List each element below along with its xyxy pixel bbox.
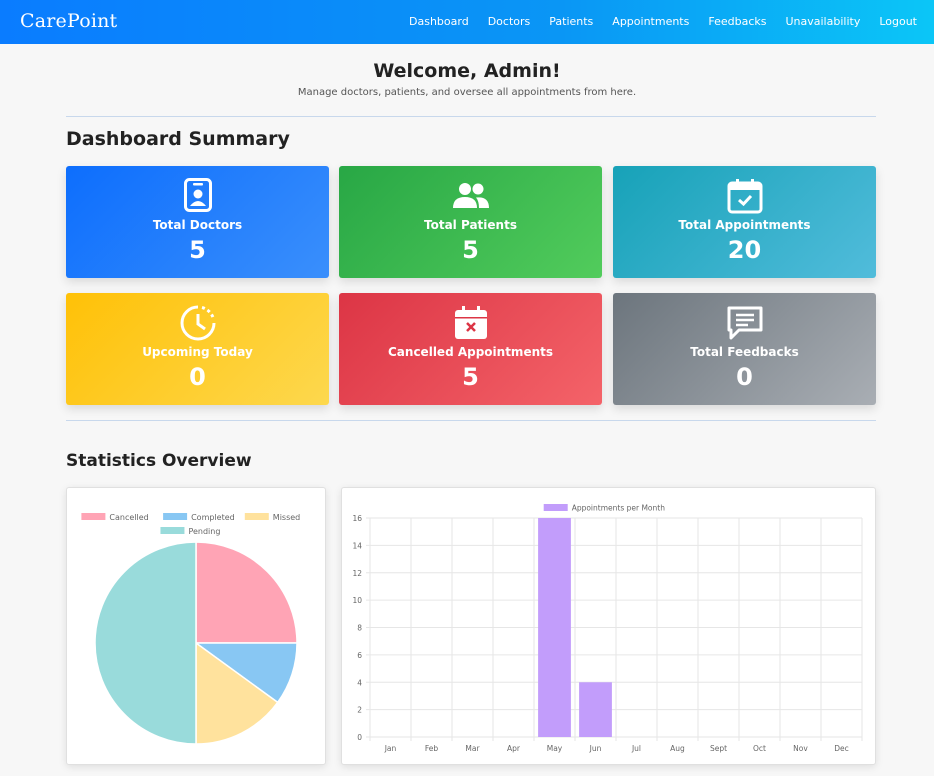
welcome-title: Welcome, Admin! — [373, 60, 561, 82]
x-tick-label: Mar — [465, 744, 480, 753]
nav-appointments[interactable]: Appointments — [612, 15, 689, 28]
legend-swatch — [163, 513, 188, 520]
x-tick-label: Dec — [834, 744, 849, 753]
x-tick-label: Feb — [425, 744, 439, 753]
x-tick-label: Nov — [793, 744, 808, 753]
card-total-appointments[interactable]: Total Appointments 20 — [613, 166, 876, 278]
nav-feedbacks[interactable]: Feedbacks — [708, 15, 766, 28]
y-tick-label: 2 — [357, 706, 362, 715]
x-tick-label: Oct — [753, 744, 766, 753]
y-tick-label: 6 — [357, 651, 362, 660]
legend-item[interactable]: Appointments per Month — [543, 504, 666, 513]
monthly-bar-chart: 0 2 4 6 8 10 12 14 16 Jan Feb Mar Apr May Jun Jul Aug Sep… — [352, 504, 863, 753]
x-tick-label: Aug — [670, 744, 685, 753]
bar-may[interactable] — [538, 518, 571, 737]
legend-item[interactable]: Missed — [244, 513, 300, 522]
clock-icon — [66, 305, 329, 341]
y-tick-label: 14 — [352, 541, 362, 550]
welcome-subtitle: Manage doctors, patients, and oversee al… — [297, 87, 637, 98]
status-pie-chart-panel: Cancelled Completed Missed Pending — [66, 487, 326, 765]
brand-logo[interactable]: CarePoint — [20, 10, 117, 32]
nav-dashboard[interactable]: Dashboard — [409, 15, 469, 28]
legend-label: Appointments per Month — [572, 504, 666, 513]
y-tick-label: 0 — [357, 733, 362, 742]
card-value: 0 — [189, 363, 206, 391]
nav-unavailability[interactable]: Unavailability — [785, 15, 860, 28]
pie-slice-cancelled[interactable] — [195, 541, 298, 644]
card-value: 0 — [736, 363, 753, 391]
card-total-patients[interactable]: Total Patients 5 — [339, 166, 602, 278]
legend-label: Completed — [191, 513, 235, 522]
dashboard-summary-title: Dashboard Summary — [66, 128, 290, 150]
x-tick-label: Apr — [507, 744, 521, 753]
card-value: 5 — [189, 236, 206, 264]
welcome-section: Welcome, Admin! Manage doctors, patients… — [0, 60, 934, 98]
nav-doctors[interactable]: Doctors — [488, 15, 531, 28]
card-value: 20 — [727, 236, 762, 264]
legend-item[interactable]: Pending — [160, 527, 220, 536]
nav-logout[interactable]: Logout — [879, 15, 917, 28]
calendar-check-icon — [613, 178, 876, 214]
card-value: 5 — [462, 363, 479, 391]
pie-slice-pending[interactable] — [94, 541, 197, 745]
card-value: 5 — [462, 236, 479, 264]
legend-label: Pending — [188, 527, 220, 536]
message-icon — [613, 305, 876, 341]
y-tick-label: 16 — [352, 514, 362, 523]
nav-patients[interactable]: Patients — [549, 15, 593, 28]
card-total-doctors[interactable]: Total Doctors 5 — [66, 166, 329, 278]
id-badge-icon — [66, 178, 329, 214]
navbar: CarePoint Dashboard Doctors Patients App… — [0, 0, 934, 44]
legend-swatch — [543, 504, 568, 511]
card-label: Total Patients — [424, 218, 517, 232]
divider — [66, 420, 876, 421]
monthly-bar-chart-panel: 0 2 4 6 8 10 12 14 16 Jan Feb Mar Apr May Jun Jul Aug Sep… — [341, 487, 876, 765]
x-tick-label: Jul — [631, 744, 641, 753]
statistics-title: Statistics Overview — [66, 451, 252, 471]
legend-swatch — [81, 513, 106, 520]
status-pie-chart: Cancelled Completed Missed Pending — [81, 513, 300, 745]
y-tick-label: 10 — [352, 596, 362, 605]
card-label: Total Feedbacks — [690, 345, 799, 359]
legend-label: Cancelled — [109, 513, 148, 522]
y-tick-label: 8 — [357, 624, 362, 633]
bar-jun[interactable] — [579, 682, 612, 737]
y-tick-label: 12 — [352, 569, 362, 578]
legend-swatch — [160, 527, 185, 534]
legend-item[interactable]: Cancelled — [81, 513, 149, 522]
card-label: Cancelled Appointments — [388, 345, 553, 359]
x-tick-label: Sept — [710, 744, 727, 753]
legend-swatch — [244, 513, 269, 520]
card-label: Total Doctors — [152, 218, 243, 232]
card-label: Upcoming Today — [142, 345, 253, 359]
card-upcoming-today[interactable]: Upcoming Today 0 — [66, 293, 329, 405]
x-tick-label: May — [547, 744, 563, 753]
card-label: Total Appointments — [678, 218, 811, 232]
legend-item[interactable]: Completed — [163, 513, 235, 522]
legend-label: Missed — [273, 513, 300, 522]
x-tick-label: Jan — [384, 744, 397, 753]
calendar-x-icon — [339, 305, 602, 341]
card-cancelled-appointments[interactable]: Cancelled Appointments 5 — [339, 293, 602, 405]
divider — [66, 116, 876, 117]
x-tick-label: Jun — [589, 744, 602, 753]
card-total-feedbacks[interactable]: Total Feedbacks 0 — [613, 293, 876, 405]
y-tick-label: 4 — [357, 678, 362, 687]
users-icon — [339, 178, 602, 214]
nav-links: Dashboard Doctors Patients Appointments … — [409, 15, 917, 28]
